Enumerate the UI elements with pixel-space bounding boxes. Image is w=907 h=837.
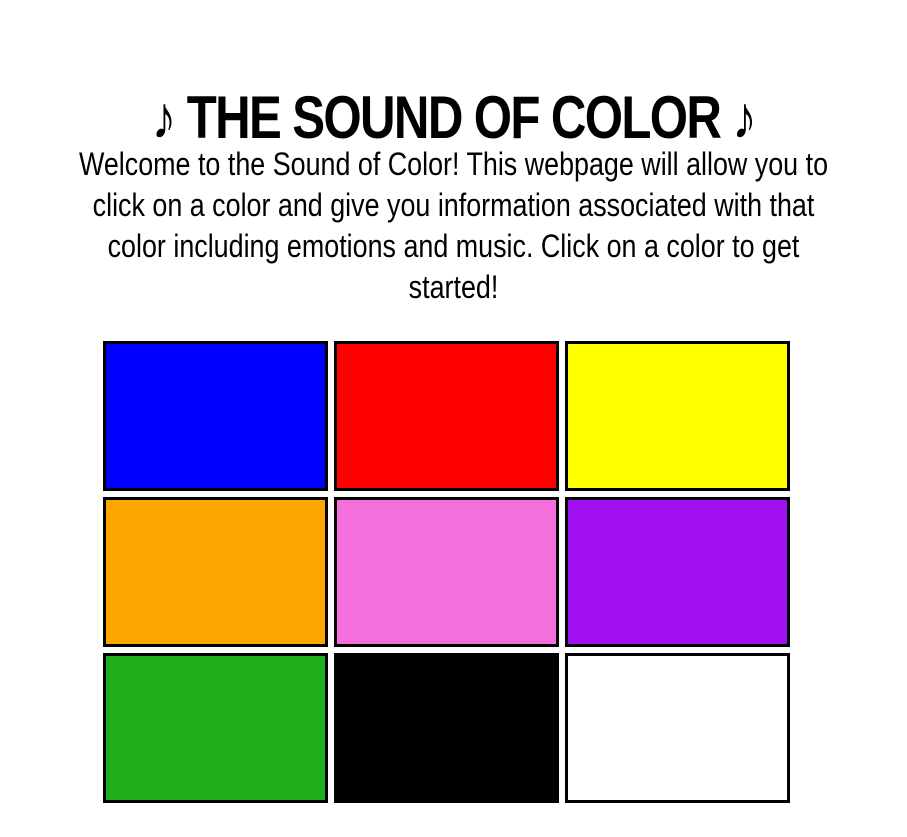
color-swatch-purple[interactable] xyxy=(565,497,790,647)
color-grid xyxy=(103,341,790,803)
color-swatch-yellow[interactable] xyxy=(565,341,790,491)
color-swatch-pink[interactable] xyxy=(334,497,559,647)
color-swatch-white[interactable] xyxy=(565,653,790,803)
color-swatch-green[interactable] xyxy=(103,653,328,803)
color-swatch-orange[interactable] xyxy=(103,497,328,647)
color-swatch-blue[interactable] xyxy=(103,341,328,491)
intro-text: Welcome to the Sound of Color! This webp… xyxy=(78,146,829,305)
color-swatch-red[interactable] xyxy=(334,341,559,491)
color-swatch-black[interactable] xyxy=(334,653,559,803)
page: ♪ THE SOUND OF COLOR ♪ Welcome to the So… xyxy=(0,0,907,837)
intro-section: Welcome to the Sound of Color! This webp… xyxy=(0,144,907,308)
